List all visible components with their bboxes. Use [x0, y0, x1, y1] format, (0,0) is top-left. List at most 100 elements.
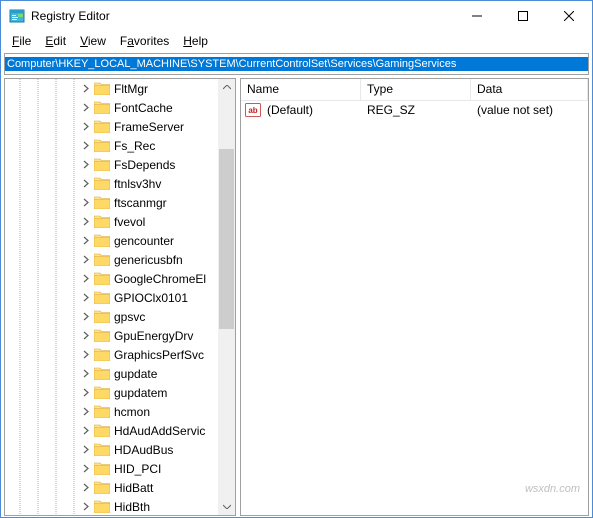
- content-area: FltMgrFontCacheFrameServerFs_RecFsDepend…: [1, 77, 592, 517]
- expand-toggle[interactable]: [80, 444, 92, 456]
- tree-item[interactable]: HID_PCI: [80, 459, 218, 478]
- expand-toggle[interactable]: [80, 235, 92, 247]
- tree-item[interactable]: GoogleChromeEl: [80, 269, 218, 288]
- expand-toggle[interactable]: [80, 83, 92, 95]
- tree-item[interactable]: HdAudAddServic: [80, 421, 218, 440]
- expand-icon: [82, 369, 91, 378]
- list-pane[interactable]: Name Type Data ab(Default)REG_SZ(value n…: [240, 78, 589, 516]
- expand-icon: [82, 198, 91, 207]
- tree-item[interactable]: GraphicsPerfSvc: [80, 345, 218, 364]
- scroll-up-button[interactable]: [218, 79, 235, 96]
- tree-item[interactable]: FsDepends: [80, 155, 218, 174]
- tree-item[interactable]: GPIOClx0101: [80, 288, 218, 307]
- tree-item[interactable]: fvevol: [80, 212, 218, 231]
- tree-item-label: HidBatt: [114, 481, 153, 495]
- expand-toggle[interactable]: [80, 140, 92, 152]
- tree-item[interactable]: FrameServer: [80, 117, 218, 136]
- expand-icon: [82, 217, 91, 226]
- cell-name: (Default): [261, 103, 361, 117]
- expand-toggle[interactable]: [80, 501, 92, 513]
- minimize-button[interactable]: [454, 1, 500, 31]
- address-bar[interactable]: Computer\HKEY_LOCAL_MACHINE\SYSTEM\Curre…: [4, 53, 589, 75]
- col-data[interactable]: Data: [471, 79, 588, 100]
- expand-toggle[interactable]: [80, 273, 92, 285]
- expand-toggle[interactable]: [80, 330, 92, 342]
- expand-icon: [82, 141, 91, 150]
- folder-icon: [94, 386, 110, 399]
- tree-item[interactable]: HDAudBus: [80, 440, 218, 459]
- expand-icon: [82, 84, 91, 93]
- tree-item[interactable]: gupdatem: [80, 383, 218, 402]
- tree-item[interactable]: hcmon: [80, 402, 218, 421]
- col-name[interactable]: Name: [241, 79, 361, 100]
- menu-favorites[interactable]: Favorites: [113, 32, 176, 50]
- tree-item[interactable]: genericusbfn: [80, 250, 218, 269]
- expand-toggle[interactable]: [80, 197, 92, 209]
- expand-toggle[interactable]: [80, 349, 92, 361]
- tree-item-label: GPIOClx0101: [114, 291, 188, 305]
- expand-icon: [82, 388, 91, 397]
- close-button[interactable]: [546, 1, 592, 31]
- tree-item-label: gencounter: [114, 234, 174, 248]
- tree-item[interactable]: gpsvc: [80, 307, 218, 326]
- chevron-up-icon: [223, 85, 231, 90]
- expand-toggle[interactable]: [80, 311, 92, 323]
- tree-item-label: fvevol: [114, 215, 145, 229]
- expand-toggle[interactable]: [80, 121, 92, 133]
- tree-item[interactable]: ftnlsv3hv: [80, 174, 218, 193]
- maximize-icon: [518, 11, 528, 21]
- tree-scrollbar[interactable]: [218, 79, 235, 515]
- menu-view[interactable]: View: [73, 32, 113, 50]
- string-value-icon: ab: [245, 103, 261, 117]
- expand-icon: [82, 255, 91, 264]
- expand-toggle[interactable]: [80, 406, 92, 418]
- tree-pane[interactable]: FltMgrFontCacheFrameServerFs_RecFsDepend…: [4, 78, 236, 516]
- tree-item-label: GpuEnergyDrv: [114, 329, 193, 343]
- expand-icon: [82, 160, 91, 169]
- tree-item-label: hcmon: [114, 405, 150, 419]
- scroll-down-button[interactable]: [218, 498, 235, 515]
- expand-toggle[interactable]: [80, 463, 92, 475]
- expand-toggle[interactable]: [80, 482, 92, 494]
- expand-icon: [82, 122, 91, 131]
- expand-toggle[interactable]: [80, 216, 92, 228]
- tree-item[interactable]: HidBth: [80, 497, 218, 515]
- tree-item[interactable]: FontCache: [80, 98, 218, 117]
- tree-item-label: HidBth: [114, 500, 150, 514]
- titlebar: Registry Editor: [1, 1, 592, 31]
- expand-toggle[interactable]: [80, 425, 92, 437]
- list-row[interactable]: ab(Default)REG_SZ(value not set): [241, 101, 588, 119]
- menu-edit[interactable]: Edit: [38, 32, 73, 50]
- folder-icon: [94, 310, 110, 323]
- folder-icon: [94, 196, 110, 209]
- expand-toggle[interactable]: [80, 178, 92, 190]
- expand-icon: [82, 312, 91, 321]
- expand-toggle[interactable]: [80, 292, 92, 304]
- menu-file[interactable]: File: [5, 32, 38, 50]
- menu-help[interactable]: Help: [176, 32, 215, 50]
- tree-item-label: HDAudBus: [114, 443, 173, 457]
- tree-item-label: gupdatem: [114, 386, 167, 400]
- scroll-thumb[interactable]: [219, 149, 234, 329]
- expand-icon: [82, 464, 91, 473]
- tree-item[interactable]: gupdate: [80, 364, 218, 383]
- tree-item[interactable]: ftscanmgr: [80, 193, 218, 212]
- tree-item[interactable]: FltMgr: [80, 79, 218, 98]
- expand-toggle[interactable]: [80, 159, 92, 171]
- tree-item[interactable]: HidBatt: [80, 478, 218, 497]
- expand-icon: [82, 483, 91, 492]
- folder-icon: [94, 481, 110, 494]
- window-controls: [454, 1, 592, 31]
- col-type[interactable]: Type: [361, 79, 471, 100]
- expand-toggle[interactable]: [80, 368, 92, 380]
- tree-item[interactable]: GpuEnergyDrv: [80, 326, 218, 345]
- expand-toggle[interactable]: [80, 254, 92, 266]
- expand-toggle[interactable]: [80, 102, 92, 114]
- expand-icon: [82, 331, 91, 340]
- tree-item[interactable]: Fs_Rec: [80, 136, 218, 155]
- maximize-button[interactable]: [500, 1, 546, 31]
- tree-item-label: HID_PCI: [114, 462, 161, 476]
- tree-item[interactable]: gencounter: [80, 231, 218, 250]
- expand-toggle[interactable]: [80, 387, 92, 399]
- list-header: Name Type Data: [241, 79, 588, 101]
